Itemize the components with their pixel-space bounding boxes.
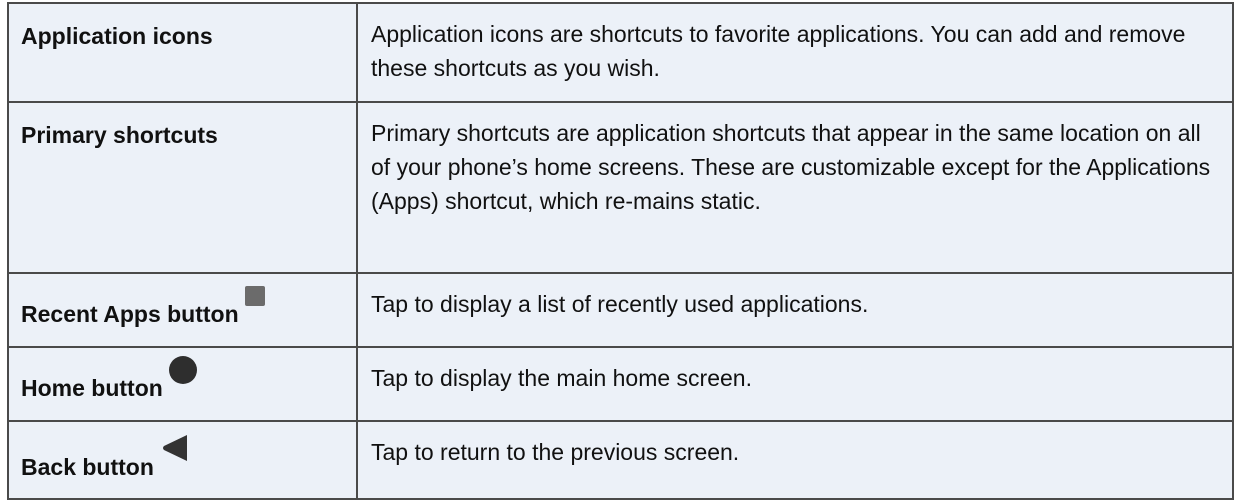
term-recent-apps-button: Recent Apps button [21, 300, 239, 327]
description-primary-shortcuts: Primary shortcuts are application shortc… [371, 120, 1211, 214]
term-cell: Primary shortcuts [7, 101, 358, 274]
table-row: Primary shortcuts Primary shortcuts are … [7, 101, 1234, 274]
table-row: Application icons Application icons are … [7, 2, 1234, 103]
back-triangle-icon [160, 432, 192, 470]
term-cell: Recent Apps button [7, 272, 358, 348]
description-cell: Tap to return to the previous screen. [356, 420, 1234, 500]
description-application-icons: Application icons are shortcuts to favor… [371, 21, 1186, 81]
home-circle-icon [168, 355, 197, 384]
term-cell: Application icons [7, 2, 358, 103]
description-cell: Application icons are shortcuts to favor… [356, 2, 1234, 103]
description-cell: Tap to display a list of recently used a… [356, 272, 1234, 348]
recent-apps-square-icon [244, 285, 265, 306]
table-row: Back button Tap to return to the previou… [7, 420, 1234, 500]
description-cell: Tap to display the main home screen. [356, 346, 1234, 422]
table-row: Home button Tap to display the main home… [7, 346, 1234, 422]
term-application-icons: Application icons [21, 22, 213, 49]
term-home-button: Home button [21, 374, 163, 401]
term-back-button: Back button [21, 454, 154, 480]
description-home-button: Tap to display the main home screen. [371, 365, 752, 391]
description-cell: Primary shortcuts are application shortc… [356, 101, 1234, 274]
home-screen-elements-table: Application icons Application icons are … [7, 2, 1234, 500]
term-primary-shortcuts: Primary shortcuts [21, 121, 218, 148]
term-cell: Home button [7, 346, 358, 422]
description-recent-apps-button: Tap to display a list of recently used a… [371, 291, 869, 317]
term-cell: Back button [7, 420, 358, 500]
table-row: Recent Apps button Tap to display a list… [7, 272, 1234, 348]
description-back-button: Tap to return to the previous screen. [371, 439, 740, 465]
